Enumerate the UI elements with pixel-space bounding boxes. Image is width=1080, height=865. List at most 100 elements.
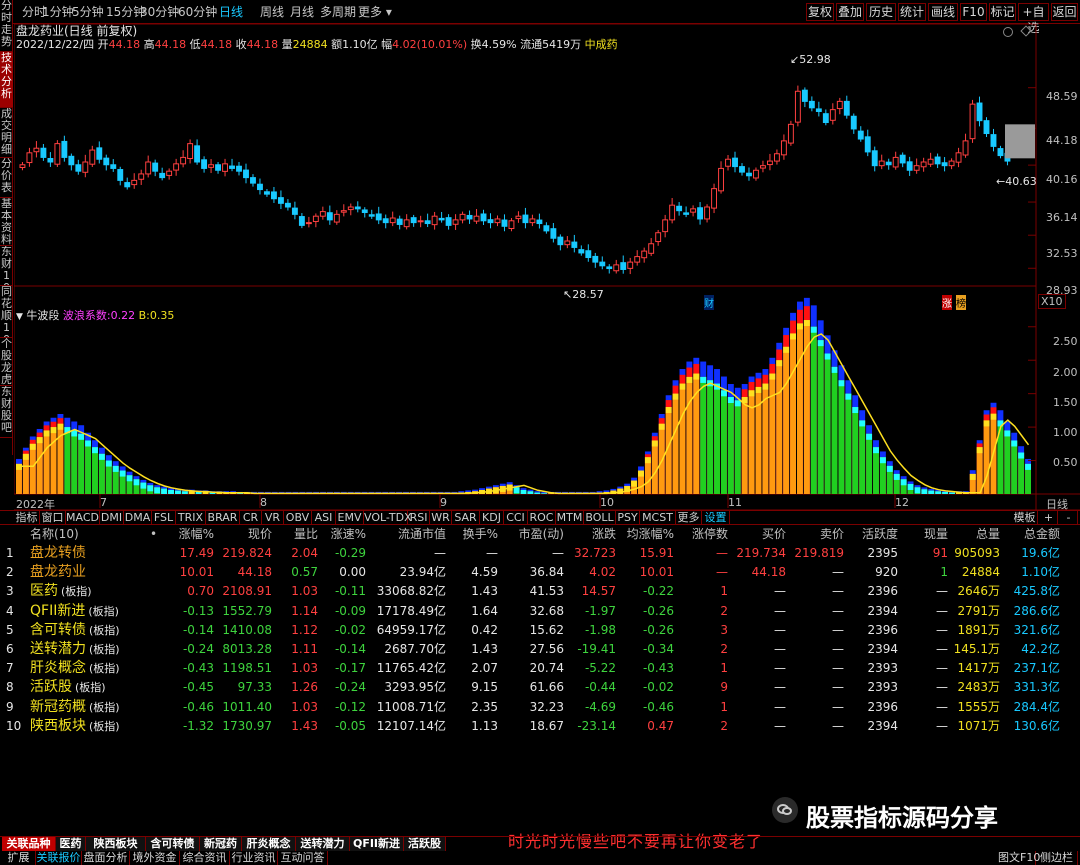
toolbar-button-3[interactable]: 统计 (898, 3, 926, 21)
indicator-tab-18[interactable]: CCI (504, 511, 528, 525)
indicator-tab-5[interactable]: FSL (152, 511, 176, 525)
table-header-5[interactable]: 量比 (274, 525, 318, 544)
indicator-tab-22[interactable]: PSY (616, 511, 640, 525)
period-tab-7[interactable]: 周线 (260, 4, 284, 20)
table-row[interactable]: 9 新冠药概 (板指) -0.46 1011.40 1.03 -0.12 11008.71亿 2… (0, 698, 1080, 717)
sidebar-tab-4[interactable]: 基本资料 (0, 198, 13, 246)
period-tab-2[interactable]: 5分钟 (72, 4, 104, 20)
table-row[interactable]: 7 肝炎概念 (板指) -0.43 1198.51 1.03 -0.17 11765.42亿 2… (0, 659, 1080, 678)
table-header-9[interactable]: 市盈(动) (500, 525, 564, 544)
zhang-marker[interactable]: 涨 (942, 295, 952, 310)
indicator-tab-10[interactable]: OBV (284, 511, 312, 525)
indicator-tab-20[interactable]: MTM (556, 511, 584, 525)
table-header-16[interactable]: 现量 (900, 525, 948, 544)
table-header-11[interactable]: 均涨幅% (618, 525, 674, 544)
info-tab-3[interactable]: 境外资金 (130, 851, 180, 865)
indicator-tab-1[interactable]: 窗口 (40, 511, 66, 525)
table-row[interactable]: 1 盘龙转债 17.49 219.824 2.04 -0.29 — — — 32.723 15.91… (0, 544, 1080, 563)
info-tab-5[interactable]: 行业资讯 (230, 851, 278, 865)
table-row[interactable]: 10 陕西板块 (板指) -1.32 1730.97 1.43 -0.05 12107.14亿… (0, 717, 1080, 736)
info-tab-right-1[interactable]: 侧边栏 (1036, 851, 1078, 865)
table-header-2[interactable]: • (150, 525, 162, 544)
toolbar-button-1[interactable]: 叠加 (836, 3, 864, 21)
sidebar-tab-3[interactable]: 分价表 (0, 158, 13, 198)
table-row[interactable]: 6 送转潜力 (板指) -0.24 8013.28 1.11 -0.14 2687.70亿 1.… (0, 640, 1080, 659)
related-tab-4[interactable]: 新冠药 (200, 837, 242, 851)
related-tab-1[interactable]: 医药 (56, 837, 86, 851)
period-tab-9[interactable]: 多周期 (320, 4, 356, 20)
table-header-3[interactable]: 涨幅% (168, 525, 214, 544)
table-header-10[interactable]: 涨跌 (566, 525, 616, 544)
table-header-14[interactable]: 卖价 (790, 525, 844, 544)
related-tab-3[interactable]: 含可转债 (146, 837, 200, 851)
table-header-8[interactable]: 换手% (448, 525, 498, 544)
related-tab-5[interactable]: 肝炎概念 (242, 837, 296, 851)
period-tab-1[interactable]: 1分钟 (42, 4, 74, 20)
table-header-0[interactable] (6, 525, 22, 544)
indicator-tab-14[interactable]: RSI (408, 511, 430, 525)
period-tab-8[interactable]: 月线 (290, 4, 314, 20)
info-tab-6[interactable]: 互动问答 (278, 851, 328, 865)
chart-area[interactable] (14, 24, 1080, 510)
table-header-4[interactable]: 现价 (220, 525, 272, 544)
info-tab-right-0[interactable]: 图文F10 (998, 851, 1040, 865)
indicator-tab-15[interactable]: WR (430, 511, 452, 525)
period-tab-10[interactable]: 更多 ▾ (358, 4, 392, 20)
indicator-tab-8[interactable]: CR (240, 511, 262, 525)
indicator-tab-11[interactable]: ASI (312, 511, 336, 525)
toolbar-button-6[interactable]: 标记 (989, 3, 1016, 21)
table-header-6[interactable]: 涨速% (320, 525, 366, 544)
indicator-tab-7[interactable]: BRAR (206, 511, 240, 525)
indicator-tab-9[interactable]: VR (262, 511, 284, 525)
table-row[interactable]: 8 活跃股 (板指) -0.45 97.33 1.26 -0.24 3293.95亿 9.15 6… (0, 678, 1080, 697)
info-tab-4[interactable]: 综合资讯 (180, 851, 230, 865)
sidebar-tab-8[interactable]: 东财股吧 (0, 386, 13, 438)
indicator-tab-16[interactable]: SAR (452, 511, 480, 525)
table-header-7[interactable]: 流通市值 (370, 525, 446, 544)
table-header-15[interactable]: 活跃度 (846, 525, 898, 544)
table-row[interactable]: 2 盘龙药业 10.01 44.18 0.57 0.00 23.94亿 4.59 36.84 4.… (0, 563, 1080, 582)
table-row[interactable]: 4 QFII新进 (板指) -0.13 1552.79 1.14 -0.09 17178.49… (0, 602, 1080, 621)
table-header-17[interactable]: 总量 (950, 525, 1000, 544)
period-tab-6[interactable]: 日线 (219, 4, 243, 20)
indicator-tab-19[interactable]: ROC (528, 511, 556, 525)
toolbar-button-4[interactable]: 画线 (928, 3, 958, 21)
indicator-tab-6[interactable]: TRIX (176, 511, 206, 525)
indicator-tab-right-2[interactable]: - (1060, 511, 1078, 525)
toolbar-button-7[interactable]: +自选 (1018, 3, 1049, 35)
indicator-tab-25[interactable]: 设置 (702, 511, 730, 525)
indicator-tab-2[interactable]: MACD (66, 511, 100, 525)
table-row[interactable]: 5 含可转债 (板指) -0.14 1410.08 1.12 -0.02 64959.17亿 0… (0, 621, 1080, 640)
indicator-tab-right-0[interactable]: 模板 (1012, 511, 1038, 525)
cai-marker[interactable]: 财 (704, 295, 714, 310)
indicator-tab-0[interactable]: 指标 (14, 511, 40, 525)
indicator-tab-24[interactable]: 更多 (676, 511, 702, 525)
table-row[interactable]: 3 医药 (板指) 0.70 2108.91 1.03 -0.11 33068.82亿 1.43… (0, 582, 1080, 601)
table-header-18[interactable]: 总金额 (1002, 525, 1060, 544)
related-tab-8[interactable]: 活跃股 (404, 837, 446, 851)
toolbar-button-8[interactable]: 返回 (1051, 3, 1078, 21)
table-header-13[interactable]: 买价 (730, 525, 786, 544)
indicator-tab-13[interactable]: VOL-TDX (364, 511, 412, 525)
indicator-tab-23[interactable]: MCST (640, 511, 676, 525)
info-tab-1[interactable]: 关联报价 (36, 851, 82, 865)
sidebar-tab-1[interactable]: 技术分析 (0, 52, 13, 108)
zoom-x10[interactable]: X10 (1038, 294, 1066, 309)
indicator-tab-17[interactable]: KDJ (480, 511, 504, 525)
indicator-tab-21[interactable]: BOLL (584, 511, 616, 525)
related-tab-2[interactable]: 陕西板块 (86, 837, 146, 851)
indicator-tab-4[interactable]: DMA (124, 511, 152, 525)
table-header-1[interactable]: 名称(10) (30, 525, 130, 544)
sidebar-tab-2[interactable]: 成交明细 (0, 108, 13, 158)
sidebar-tab-0[interactable]: 分时走势 (0, 0, 13, 52)
related-tab-7[interactable]: QFII新进 (350, 837, 404, 851)
info-tab-0[interactable]: 扩展 (2, 851, 36, 865)
period-tab-4[interactable]: 30分钟 (140, 4, 179, 20)
toolbar-button-2[interactable]: 历史 (866, 3, 896, 21)
toolbar-button-5[interactable]: F10 (960, 3, 987, 21)
period-tab-5[interactable]: 60分钟 (178, 4, 217, 20)
info-tab-2[interactable]: 盘面分析 (82, 851, 130, 865)
indicator-tab-12[interactable]: EMV (336, 511, 364, 525)
sidebar-tab-7[interactable]: 个股龙虎 (0, 338, 13, 386)
indicator-tab-3[interactable]: DMI (100, 511, 124, 525)
